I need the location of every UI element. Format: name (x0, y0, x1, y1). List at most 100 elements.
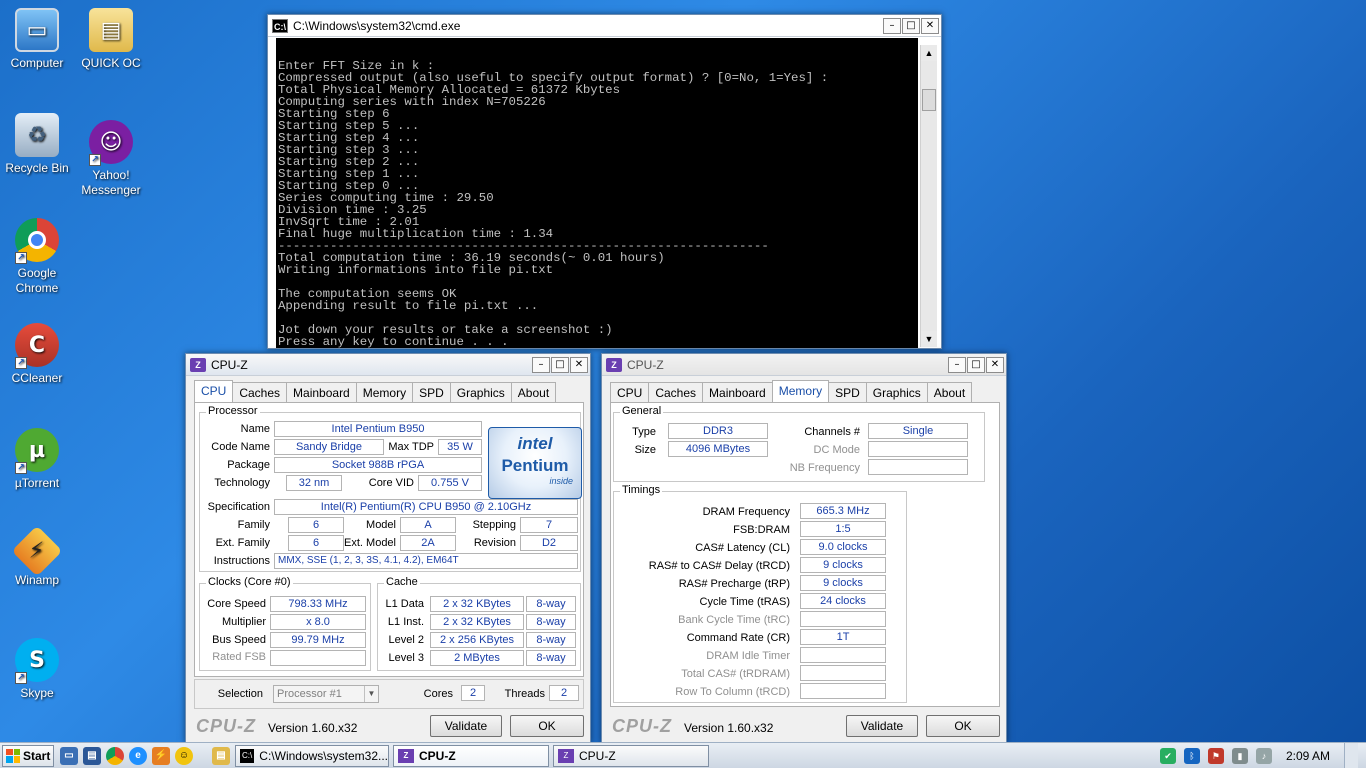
ok-button[interactable]: OK (510, 715, 584, 737)
clock[interactable]: 2:09 AM (1286, 748, 1330, 764)
maximize-button[interactable]: □ (551, 356, 569, 373)
winamp-icon[interactable]: ⚡ (152, 746, 170, 765)
scroll-down-icon[interactable]: ▼ (921, 331, 937, 347)
volume-icon[interactable]: ♪ (1255, 747, 1272, 764)
yahoo-messenger-icon[interactable]: ☺ (175, 746, 193, 765)
desktop-icon-utorrent[interactable]: µ ↗ µTorrent (0, 428, 74, 490)
level3-way-value: 8-way (526, 650, 576, 666)
internet-explorer-icon[interactable]: e (129, 746, 147, 765)
desktop-icon-label: Recycle Bin (5, 161, 69, 175)
type-label: Type (632, 426, 656, 438)
logo-tag: inside (549, 476, 573, 486)
technology-value: 32 nm (286, 475, 342, 491)
desktop-icon-quick-oc[interactable]: ▤ QUICK OC (74, 8, 148, 70)
start-button[interactable]: Start (2, 744, 54, 767)
scroll-up-icon[interactable]: ▲ (921, 45, 937, 61)
close-button[interactable]: ✕ (986, 356, 1004, 373)
fsbdram-value: 1:5 (800, 521, 886, 537)
spec-label: Specification (207, 501, 270, 513)
folder-icon[interactable]: ▤ (212, 746, 230, 765)
trcd-value: 9 clocks (800, 557, 886, 573)
cmd-window[interactable]: C:\ C:\Windows\system32\cmd.exe – □ ✕ En… (267, 14, 942, 349)
logo-product: Pentium (501, 456, 569, 475)
minimize-button[interactable]: – (532, 356, 550, 373)
l1data-value: 2 x 32 KBytes (430, 596, 524, 612)
instructions-label: Instructions (213, 555, 270, 567)
cmd-scrollbar[interactable]: ▲ ▼ (920, 45, 937, 347)
ratedfsb-label: Rated FSB (212, 651, 266, 663)
validate-button[interactable]: Validate (846, 715, 918, 737)
ok-button[interactable]: OK (926, 715, 1000, 737)
desktop-icon-label: CCleaner (11, 371, 63, 385)
show-desktop-button[interactable] (1344, 743, 1358, 768)
bluetooth-icon[interactable]: ᛒ (1183, 747, 1200, 764)
corespeed-label: Core Speed (207, 598, 266, 610)
cmd-titlebar[interactable]: C:\ C:\Windows\system32\cmd.exe – □ ✕ (268, 15, 941, 37)
scroll-thumb[interactable] (922, 89, 936, 111)
chrome-icon[interactable] (106, 746, 124, 765)
cr-label: Command Rate (CR) (686, 632, 790, 644)
shortcut-arrow-icon: ↗ (89, 154, 101, 166)
desktop-icon-recycle-bin[interactable]: ♻ Recycle Bin (0, 113, 74, 175)
show-desktop-icon[interactable]: ▭ (60, 746, 78, 765)
desktop-icon-label: Winamp (14, 573, 59, 587)
explorer-icon[interactable]: ▤ (83, 746, 101, 765)
close-button[interactable]: ✕ (570, 356, 588, 373)
task-cpuz-2[interactable]: Z CPU-Z (553, 744, 709, 767)
multiplier-value: x 8.0 (270, 614, 366, 630)
desktop-icon-yahoo-messenger[interactable]: ☺ ↗ Yahoo! Messenger (74, 120, 148, 198)
task-cpuz-1[interactable]: Z CPU-Z (393, 744, 549, 767)
cpuz-window-cpu[interactable]: Z CPU-Z – □ ✕ CPU Caches Mainboard Memor… (185, 353, 591, 743)
cpuz-bottom-bar: CPU-Z Version 1.60.x32 Validate OK (186, 712, 590, 740)
desktop-icon-skype[interactable]: S ↗ Skype (0, 638, 74, 700)
security-icon[interactable]: ✔ (1159, 747, 1176, 764)
cores-value: 2 (461, 685, 485, 701)
processor-select[interactable]: Processor #1 ▼ (273, 685, 379, 703)
group-label: Processor (206, 405, 260, 417)
cpuz-icon: Z (606, 357, 622, 372)
minimize-button[interactable]: – (948, 356, 966, 373)
desktop-icon-computer[interactable]: ▭ Computer (0, 8, 74, 70)
trp-label: RAS# Precharge (tRP) (678, 578, 790, 590)
desktop-icon-ccleaner[interactable]: C ↗ CCleaner (0, 323, 74, 385)
winamp-icon: ⚡ (11, 525, 63, 577)
trc-value (800, 611, 886, 627)
desktop-icon-label: µTorrent (14, 476, 60, 490)
l1inst-label: L1 Inst. (387, 616, 424, 628)
task-label: C:\Windows\system32... (259, 748, 388, 763)
intel-pentium-logo: intel Pentium inside (488, 427, 582, 499)
desktop-icon-winamp[interactable]: ⚡ Winamp (0, 525, 74, 587)
network-icon[interactable]: ▮ (1231, 747, 1248, 764)
corevid-label: Core VID (368, 477, 414, 489)
yahoo-messenger-icon: ☺ ↗ (89, 120, 133, 166)
tab-memory[interactable]: Memory (771, 380, 830, 403)
validate-button[interactable]: Validate (430, 715, 502, 737)
console-output[interactable]: Enter FFT Size in k : Compressed output … (276, 38, 918, 348)
cpuz-icon: Z (558, 748, 574, 763)
maximize-button[interactable]: □ (967, 356, 985, 373)
cpuz-titlebar[interactable]: Z CPU-Z – □ ✕ (602, 354, 1006, 376)
desktop-icon-google-chrome[interactable]: ↗ Google Chrome (0, 218, 74, 296)
task-cmd[interactable]: C:\ C:\Windows\system32... (235, 744, 389, 767)
dcmode-label: DC Mode (813, 444, 860, 456)
tras-label: Cycle Time (tRAS) (699, 596, 790, 608)
tab-cpu[interactable]: CPU (194, 380, 234, 403)
level2-label: Level 2 (388, 634, 424, 646)
codename-label: Code Name (211, 441, 270, 453)
close-button[interactable]: ✕ (921, 17, 939, 34)
action-center-icon[interactable]: ⚑ (1207, 747, 1224, 764)
cpuz-window-memory[interactable]: Z CPU-Z – □ ✕ CPU Caches Mainboard Memor… (601, 353, 1007, 743)
idle-label: DRAM Idle Timer (706, 650, 790, 662)
trdram-label: Total CAS# (tRDRAM) (681, 668, 790, 680)
maximize-button[interactable]: □ (902, 17, 920, 34)
logo-brand: intel (517, 434, 553, 453)
channels-label: Channels # (804, 426, 860, 438)
dramfreq-value: 665.3 MHz (800, 503, 886, 519)
minimize-button[interactable]: – (883, 17, 901, 34)
cache-group: Cache L1 Data 2 x 32 KBytes 8-way L1 Ins… (377, 576, 581, 671)
spec-value: Intel(R) Pentium(R) CPU B950 @ 2.10GHz (274, 499, 578, 515)
l1data-way-value: 8-way (526, 596, 576, 612)
model-label: Model (366, 519, 396, 531)
memory-panel: General Type DDR3 Size 4096 MBytes Chann… (610, 402, 1000, 707)
cpuz-titlebar[interactable]: Z CPU-Z – □ ✕ (186, 354, 590, 376)
